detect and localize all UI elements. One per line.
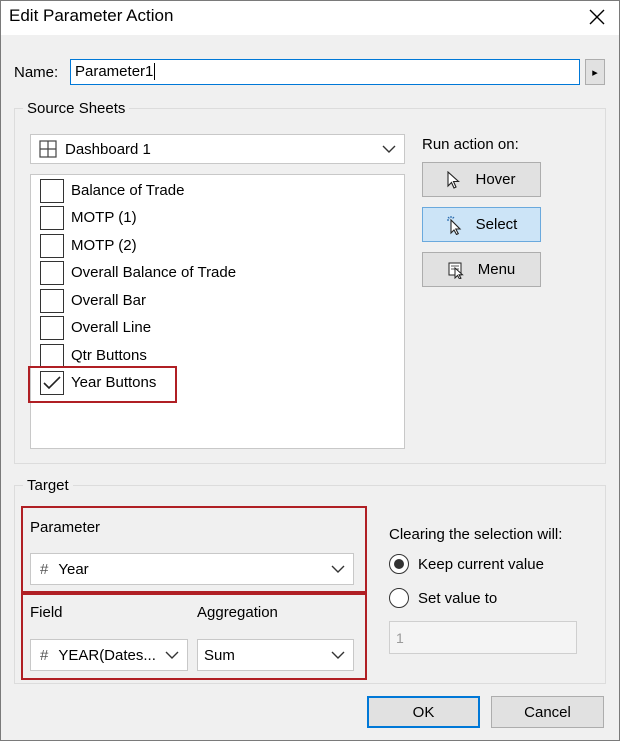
- menu-cursor-icon: [448, 262, 464, 279]
- name-input-value: Parameter1: [75, 63, 154, 80]
- select-button-label: Select: [475, 216, 518, 233]
- select-button[interactable]: Select: [422, 207, 541, 242]
- number-type-icon: #: [40, 646, 49, 664]
- aggregation-label: Aggregation: [197, 604, 278, 621]
- set-value-input-value: 1: [396, 630, 404, 646]
- select-cursor-icon: [446, 215, 461, 235]
- chevron-down-icon: [382, 145, 396, 153]
- ok-button[interactable]: OK: [367, 696, 480, 728]
- chevron-down-icon: [331, 565, 345, 573]
- sheet-dropdown[interactable]: Dashboard 1: [30, 134, 405, 164]
- checkbox[interactable]: [40, 233, 64, 258]
- radio-label: Keep current value: [418, 555, 544, 573]
- chevron-down-icon: [331, 651, 345, 659]
- radio-button-selected[interactable]: [389, 554, 409, 574]
- list-item[interactable]: MOTP (2): [40, 232, 137, 259]
- parameter-label: Parameter: [30, 519, 101, 536]
- chevron-down-icon: [165, 651, 179, 659]
- list-item-label: MOTP (2): [71, 237, 137, 254]
- list-item-label: Overall Bar: [71, 292, 147, 309]
- parameter-dropdown-value: Year: [58, 560, 89, 578]
- close-button[interactable]: [580, 2, 614, 32]
- name-label: Name:: [14, 64, 59, 81]
- radio-button[interactable]: [389, 588, 409, 608]
- menu-button-label: Menu: [477, 261, 516, 278]
- dialog-title: Edit Parameter Action: [9, 6, 174, 25]
- radio-set-value-to[interactable]: Set value to: [389, 588, 497, 608]
- list-item-label: Overall Balance of Trade: [71, 264, 237, 281]
- checkbox[interactable]: [40, 260, 64, 285]
- highlight-box-year-buttons: [28, 366, 177, 403]
- checkbox[interactable]: [40, 343, 64, 368]
- dashboard-icon: [39, 140, 57, 158]
- checkbox[interactable]: [40, 315, 64, 340]
- close-icon: [589, 9, 605, 25]
- target-label: Target: [23, 477, 73, 494]
- parameter-dropdown[interactable]: # Year: [30, 553, 354, 585]
- text-caret: [154, 63, 156, 80]
- sheet-dropdown-value: Dashboard 1: [65, 140, 151, 158]
- list-item[interactable]: Overall Balance of Trade: [40, 259, 236, 286]
- cancel-button[interactable]: Cancel: [491, 696, 604, 728]
- name-more-button[interactable]: ▸: [585, 59, 605, 85]
- ok-button-label: OK: [412, 703, 435, 721]
- field-label: Field: [30, 604, 63, 621]
- list-item[interactable]: Overall Bar: [40, 287, 146, 314]
- number-type-icon: #: [40, 560, 49, 578]
- checkbox[interactable]: [40, 205, 64, 230]
- aggregation-dropdown-value: Sum: [204, 646, 235, 664]
- radio-keep-current-value[interactable]: Keep current value: [389, 554, 544, 574]
- list-item-label: Balance of Trade: [71, 182, 185, 199]
- checkbox[interactable]: [40, 178, 64, 203]
- field-dropdown[interactable]: # YEAR(Dates...: [30, 639, 188, 671]
- list-item-label: Overall Line: [71, 319, 152, 336]
- radio-dot: [394, 559, 404, 569]
- list-item-label: Qtr Buttons: [71, 347, 147, 364]
- play-arrow-icon: ▸: [592, 66, 598, 79]
- list-item-label: MOTP (1): [71, 209, 137, 226]
- hover-button[interactable]: Hover: [422, 162, 541, 197]
- list-item[interactable]: MOTP (1): [40, 204, 137, 231]
- cancel-button-label: Cancel: [524, 703, 571, 721]
- clearing-label: Clearing the selection will:: [389, 526, 563, 543]
- list-item[interactable]: Balance of Trade: [40, 177, 184, 204]
- run-action-label: Run action on:: [422, 136, 519, 153]
- hover-button-label: Hover: [475, 171, 516, 188]
- radio-label: Set value to: [418, 589, 498, 607]
- checkbox[interactable]: [40, 288, 64, 313]
- name-input[interactable]: Parameter1: [70, 59, 580, 85]
- source-sheets-label: Source Sheets: [23, 100, 130, 117]
- field-dropdown-value: YEAR(Dates...: [58, 646, 156, 664]
- aggregation-dropdown[interactable]: Sum: [197, 639, 354, 671]
- list-item[interactable]: Overall Line: [40, 314, 151, 341]
- cursor-icon: [447, 170, 461, 189]
- list-item[interactable]: Qtr Buttons: [40, 342, 147, 369]
- set-value-input[interactable]: 1: [389, 621, 577, 654]
- menu-button[interactable]: Menu: [422, 252, 541, 287]
